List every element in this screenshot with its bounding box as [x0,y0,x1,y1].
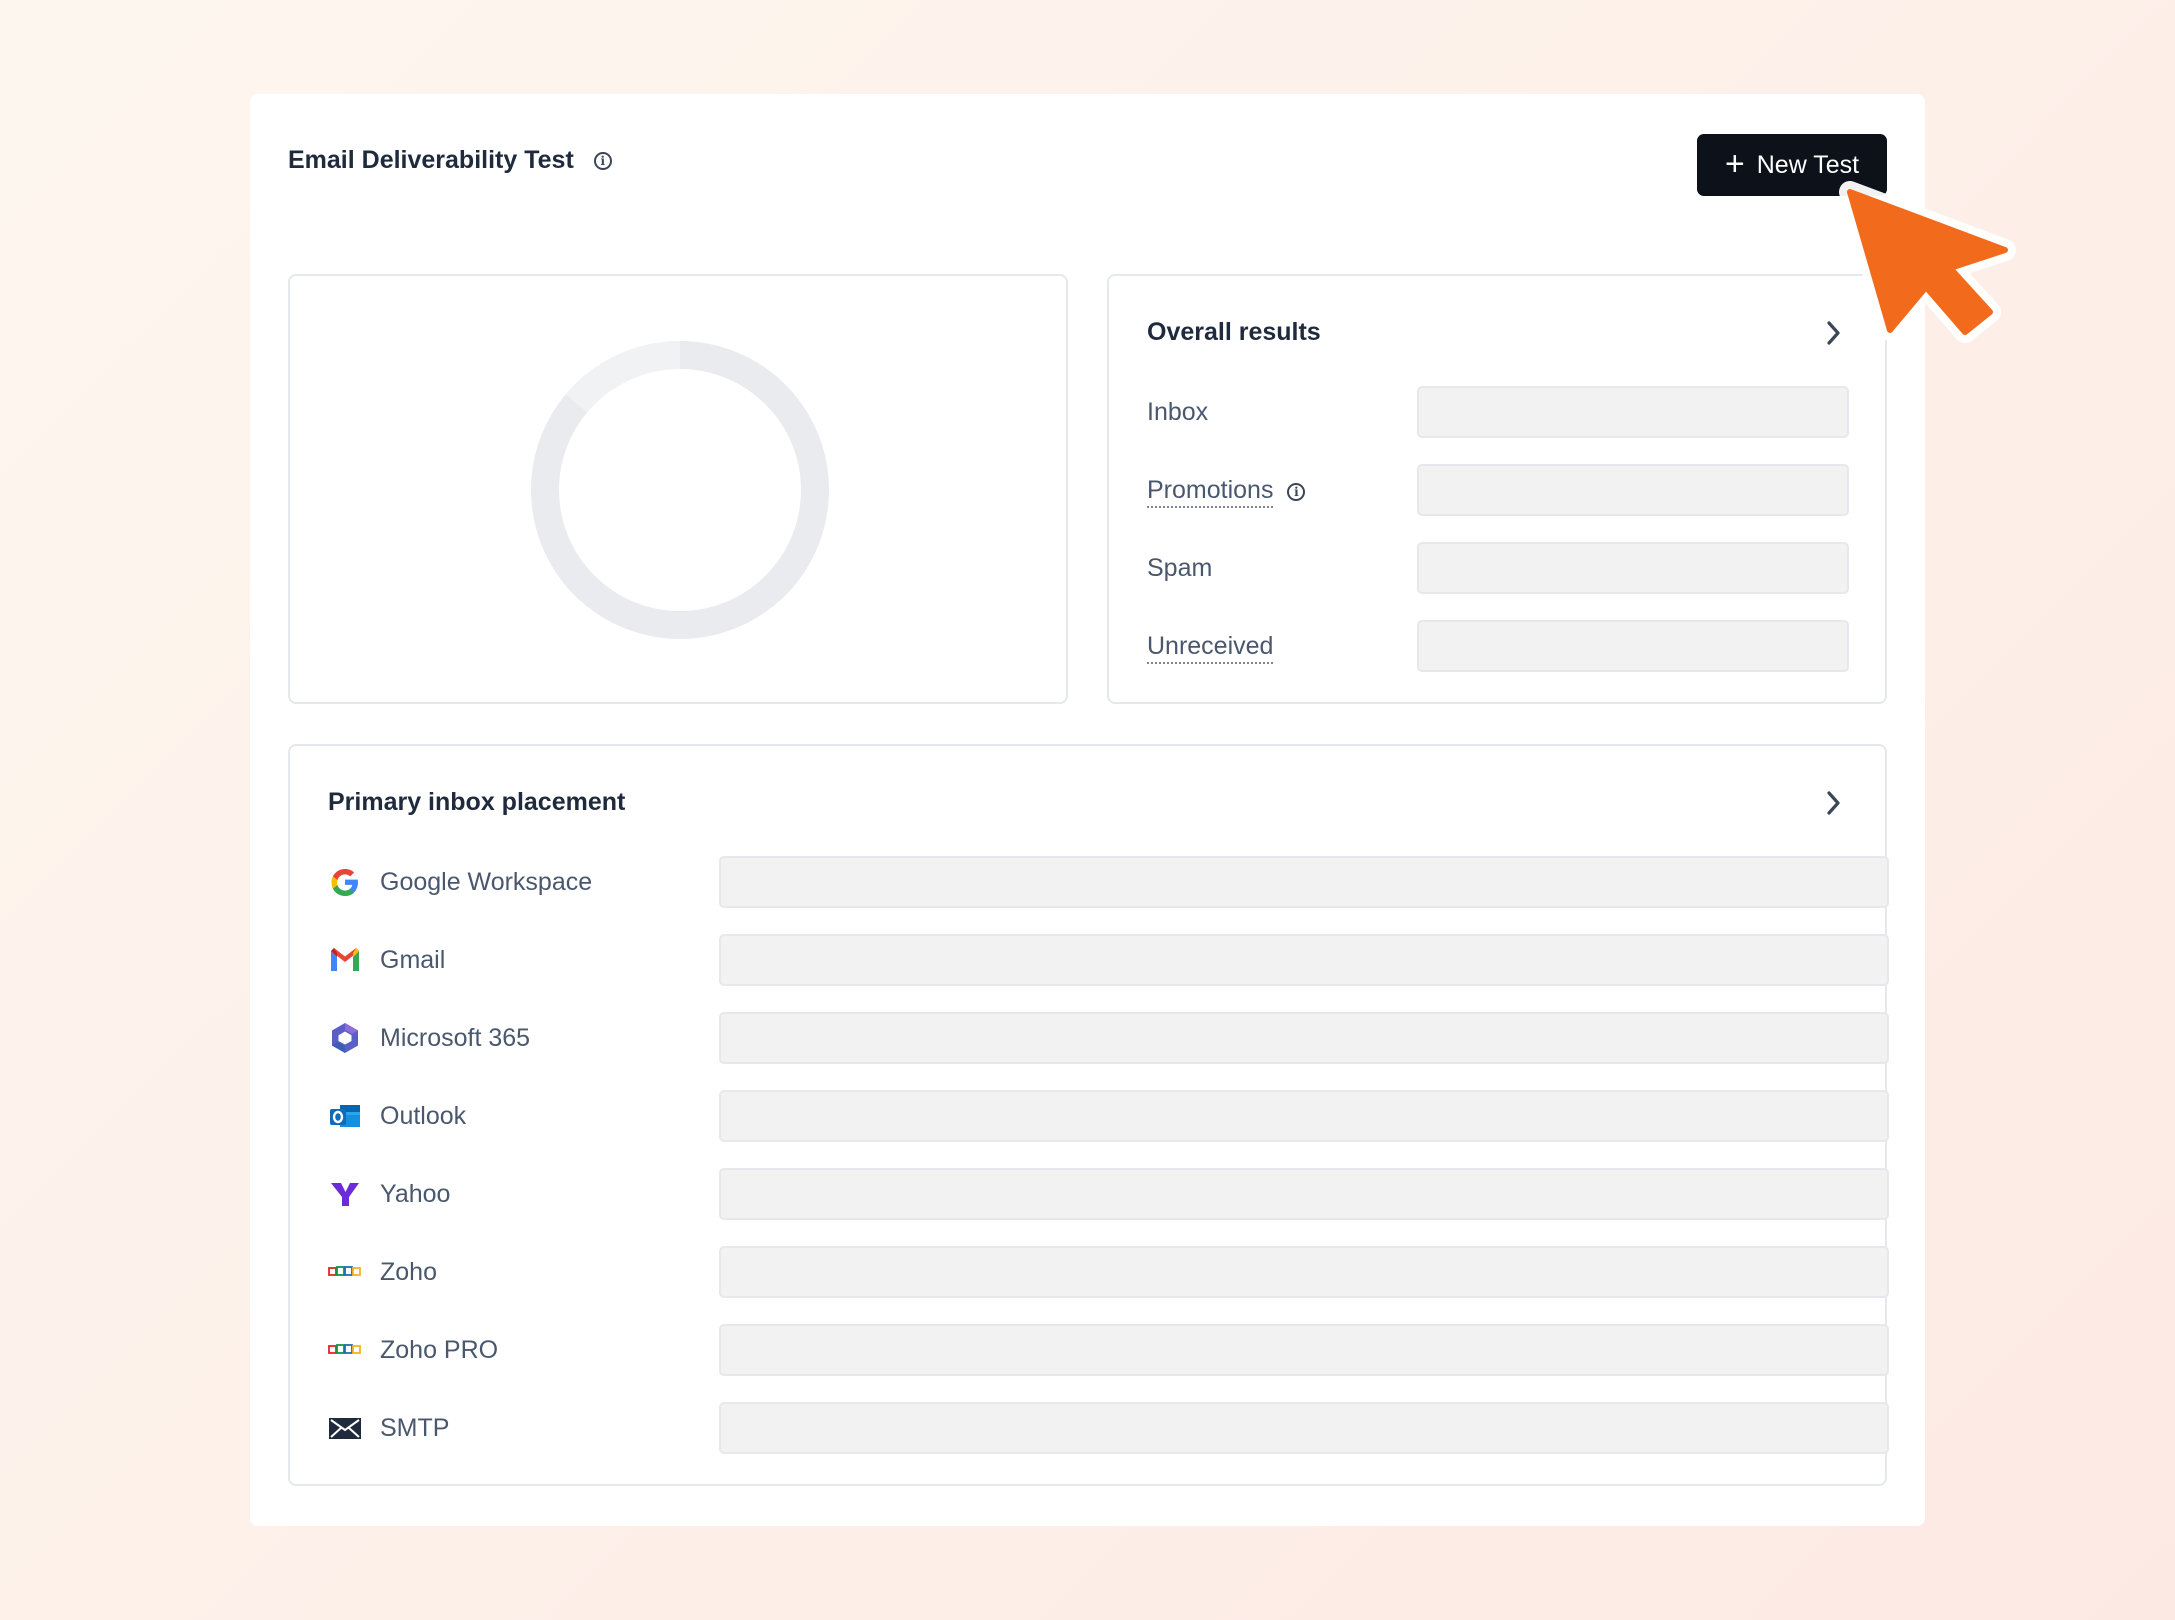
provider-label: SMTP [380,1414,450,1442]
result-label-text[interactable]: Unreceived [1147,632,1274,664]
provider-bar [719,1090,1889,1142]
result-bar [1417,620,1849,672]
provider-bar [719,1012,1889,1064]
provider-label: Microsoft 365 [380,1024,531,1052]
result-row-promotions: Promotions i [1147,464,1851,516]
result-label-text: Inbox [1147,398,1209,426]
provider-label: Outlook [380,1102,467,1130]
chevron-right-icon[interactable] [1819,788,1847,818]
zoho-icon [328,1344,361,1354]
page-title: Email Deliverability Test i [288,146,612,175]
result-row-spam: Spam [1147,542,1851,594]
page-title-text: Email Deliverability Test [288,146,574,174]
result-bar [1417,542,1849,594]
provider-row-gmail: Gmail [328,934,1889,986]
zoho-icon [328,1266,361,1276]
info-icon[interactable]: i [593,151,612,170]
result-row-unreceived: Unreceived [1147,620,1851,672]
provider-label: Yahoo [380,1180,451,1208]
provider-row-microsoft-365: Microsoft 365 [328,1012,1889,1064]
provider-row-outlook: Outlook [328,1090,1889,1142]
google-icon [331,869,358,896]
overall-results-title: Overall results [1147,318,1321,346]
provider-row-smtp: SMTP [328,1402,1889,1454]
provider-row-zoho: Zoho [328,1246,1889,1298]
cursor-arrow-icon [1839,181,2016,343]
new-test-label: New Test [1756,150,1860,179]
primary-inbox-title: Primary inbox placement [328,788,626,816]
result-label: Inbox [1147,398,1208,427]
provider-bar [719,1246,1889,1298]
result-bar [1417,386,1849,438]
plus-icon: + [1724,144,1745,183]
provider-label: Gmail [380,946,446,974]
provider-label: Zoho [380,1258,437,1286]
provider-label: Zoho PRO [380,1336,499,1364]
provider-row-zoho-pro: Zoho PRO [328,1324,1889,1376]
result-label-text: Spam [1147,554,1213,582]
result-label: Promotions i [1147,476,1306,508]
provider-bar [719,934,1889,986]
provider-bar [719,1168,1889,1220]
result-row-inbox: Inbox [1147,386,1851,438]
yahoo-icon [331,1183,359,1206]
gmail-icon [331,948,359,971]
provider-bar [719,856,1889,908]
provider-row-yahoo: Yahoo [328,1168,1889,1220]
provider-bar [719,1402,1889,1454]
provider-bar [719,1324,1889,1376]
deliverability-card: Email Deliverability Test i + New Test O… [250,94,1925,1526]
result-label: Unreceived [1147,632,1274,664]
result-bar [1417,464,1849,516]
outlook-icon [330,1105,360,1127]
envelope-icon [329,1418,361,1439]
primary-inbox-panel: Primary inbox placement Google Workspace [288,744,1889,1486]
score-donut-panel [288,274,1068,704]
info-icon[interactable]: i [1287,483,1306,501]
microsoft-365-icon [332,1023,358,1053]
score-donut-chart [531,341,829,639]
result-label-text[interactable]: Promotions [1147,476,1274,508]
result-label: Spam [1147,554,1212,583]
provider-label: Google Workspace [380,868,593,896]
overall-results-panel: Overall results Inbox Promotions i Spam [1107,274,1887,704]
provider-row-google-workspace: Google Workspace [328,856,1889,908]
